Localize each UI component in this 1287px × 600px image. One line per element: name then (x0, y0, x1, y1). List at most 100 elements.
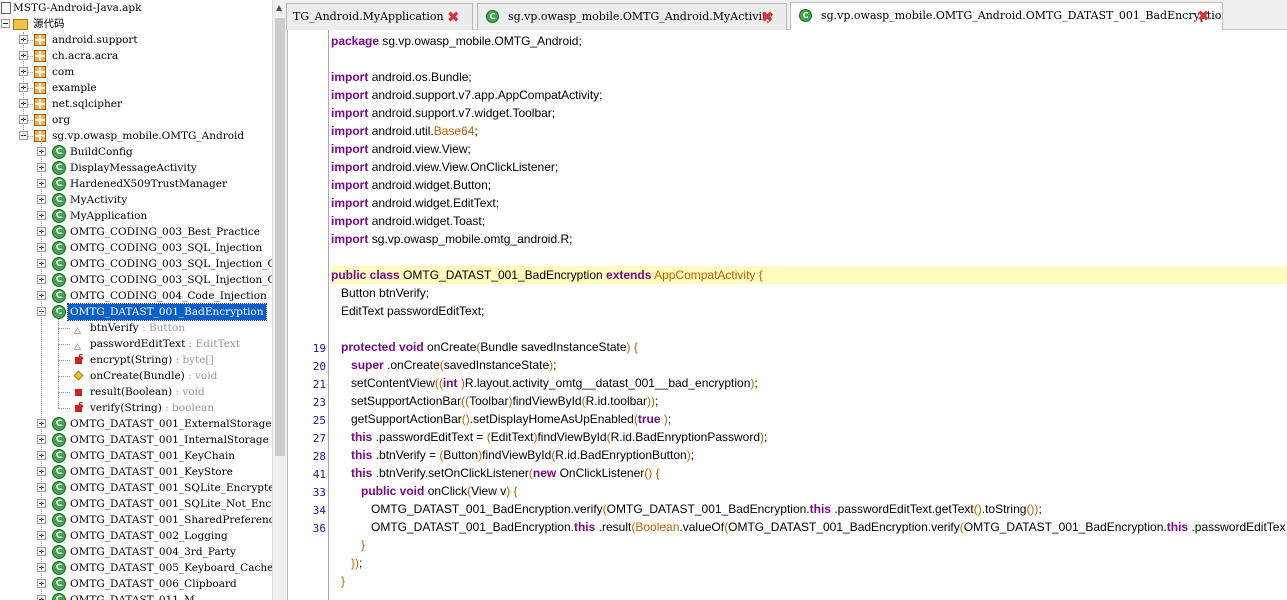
code-line[interactable]: EditText passwordEditText; (331, 302, 1287, 320)
punct-token: (Boolean (631, 520, 680, 534)
close-icon[interactable]: ✖ (1197, 3, 1210, 29)
code-line[interactable]: } (331, 572, 1287, 590)
class-label[interactable]: BuildConfig (68, 144, 135, 160)
folder-icon (13, 19, 28, 30)
code-line[interactable]: public class OMTG_DATAST_001_BadEncrypti… (331, 266, 1287, 284)
tree-row[interactable]: net.sqlcipher (0, 96, 272, 112)
class-label[interactable]: DisplayMessageActivity (68, 160, 199, 176)
class-label[interactable]: OMTG_CODING_003_Best_Practice (68, 224, 262, 240)
package-label[interactable]: org (50, 112, 72, 128)
close-icon[interactable]: ✖ (761, 4, 774, 30)
tree-row[interactable]: MSTG-Android-Java.apk (0, 0, 272, 16)
class-label[interactable]: OMTG_DATAST_011_M (68, 592, 197, 600)
class-icon: C (52, 465, 66, 479)
class-label[interactable]: OMTG_CODING_004_Code_Injection (68, 288, 269, 304)
class-label[interactable]: MyApplication (68, 208, 149, 224)
code-line[interactable]: import sg.vp.owasp_mobile.omtg_android.R… (331, 230, 1287, 248)
class-label[interactable]: MyActivity (68, 192, 129, 208)
selected-class-label[interactable]: OMTG_DATAST_001_BadEncryption (67, 303, 267, 321)
tree-row[interactable]: 源代码 (0, 16, 272, 32)
code-line[interactable]: import android.view.View; (331, 140, 1287, 158)
code-line[interactable]: import android.util.Base64; (331, 122, 1287, 140)
member-label[interactable]: btnVerify : Button (88, 320, 187, 336)
code-line[interactable] (331, 50, 1287, 68)
source-folder-label[interactable]: 源代码 (31, 16, 67, 32)
tree-row[interactable]: ch.acra.acra (0, 48, 272, 64)
code-line[interactable]: this .btnVerify.setOnClickListener(new O… (331, 464, 1287, 482)
class-label[interactable]: OMTG_CODING_003_SQL_Injection (68, 240, 264, 256)
class-label[interactable]: OMTG_DATAST_005_Keyboard_Cache (68, 560, 272, 576)
class-icon: C (52, 225, 66, 239)
code-line[interactable]: import android.support.v7.widget.Toolbar… (331, 104, 1287, 122)
code-token: .passwordEditTex (1191, 520, 1286, 534)
package-label[interactable]: example (50, 80, 99, 96)
close-icon[interactable]: ✖ (447, 4, 460, 30)
keyword-token: this (351, 466, 373, 480)
package-label[interactable]: net.sqlcipher (50, 96, 124, 112)
code-line[interactable]: setSupportActionBar((Toolbar)findViewByI… (331, 392, 1287, 410)
code-line[interactable]: import android.view.View.OnClickListener… (331, 158, 1287, 176)
class-label[interactable]: OMTG_DATAST_001_SQLite_Not_Encryp (68, 496, 272, 512)
member-label[interactable]: encrypt(String) : byte[] (88, 352, 216, 368)
punct-token: Base64 (433, 124, 475, 138)
member-label[interactable]: onCreate(Bundle) : void (88, 368, 219, 384)
tree-row[interactable]: com (0, 64, 272, 80)
member-label[interactable]: verify(String) : boolean (88, 400, 216, 416)
code-line[interactable]: import android.widget.Button; (331, 176, 1287, 194)
code-line[interactable] (331, 320, 1287, 338)
package-label[interactable]: com (50, 64, 76, 80)
member-label[interactable]: passwordEditText : EditText (88, 336, 242, 352)
code-line[interactable]: protected void onCreate(Bundle savedInst… (331, 338, 1287, 356)
code-line[interactable]: public void onClick(View v) { (331, 482, 1287, 500)
code-line[interactable]: getSupportActionBar().setDisplayHomeAsUp… (331, 410, 1287, 428)
package-label[interactable]: android.support (50, 32, 140, 48)
code-line[interactable]: OMTG_DATAST_001_BadEncryption.this .resu… (331, 518, 1287, 536)
code-line[interactable]: this .btnVerify = (Button)findViewById(R… (331, 446, 1287, 464)
code-line[interactable]: } (331, 536, 1287, 554)
class-label[interactable]: OMTG_DATAST_001_KeyStore (68, 464, 235, 480)
class-label[interactable]: OMTG_DATAST_004_3rd_Party (68, 544, 238, 560)
member-label[interactable]: result(Boolean) : void (88, 384, 207, 400)
package-label[interactable]: ch.acra.acra (50, 48, 120, 64)
code-editor[interactable]: 19 20 21 23 25 27 28 41 33 34 36 package sg.vp.owa… (287, 30, 1287, 600)
tab-3[interactable]: Csg.vp.owasp_mobile.OMTG_Android.OMTG_DA… (790, 2, 1223, 30)
tree-root-label[interactable]: MSTG-Android-Java.apk (11, 0, 143, 16)
code-line[interactable]: import android.widget.EditText; (331, 194, 1287, 212)
code-line[interactable]: import android.support.v7.app.AppCompatA… (331, 86, 1287, 104)
class-label[interactable]: OMTG_CODING_003_SQL_Injection_Con (68, 272, 272, 288)
tab-1[interactable]: TG_Android.MyApplication ✖ (286, 3, 473, 30)
scrollbar-thumb[interactable] (275, 18, 285, 456)
class-label[interactable]: OMTG_CODING_003_SQL_Injection_Con (68, 256, 272, 272)
class-label[interactable]: OMTG_DATAST_001_InternalStorage (68, 432, 271, 448)
code-line[interactable]: this .passwordEditText = (EditText)findV… (331, 428, 1287, 446)
class-icon: C (52, 209, 66, 223)
member-name: btnVerify (90, 322, 139, 334)
tab-2[interactable]: Csg.vp.owasp_mobile.OMTG_Android.MyActiv… (477, 3, 787, 30)
project-tree[interactable]: MSTG-Android-Java.apk 源代码 android.support c… (0, 0, 272, 600)
tree-row[interactable]: example (0, 80, 272, 96)
code-line[interactable]: super .onCreate(savedInstanceState); (331, 356, 1287, 374)
code-line[interactable]: }); (331, 554, 1287, 572)
tree-row[interactable]: org (0, 112, 272, 128)
scroll-up-icon[interactable]: ▲ (276, 3, 282, 12)
code-line[interactable]: Button btnVerify; (331, 284, 1287, 302)
class-label[interactable]: OMTG_DATAST_001_SQLite_Encrypted (68, 480, 272, 496)
class-icon: C (52, 577, 66, 591)
editor-tabs: TG_Android.MyApplication ✖ Csg.vp.owasp_mo… (286, 0, 1287, 30)
class-label[interactable]: OMTG_DATAST_001_SharedPreferences (68, 512, 272, 528)
code-line[interactable]: package sg.vp.owasp_mobile.OMTG_Android; (331, 32, 1287, 50)
code-line[interactable]: setContentView((int )R.layout.activity_o… (331, 374, 1287, 392)
class-label[interactable]: HardenedX509TrustManager (68, 176, 229, 192)
code-line[interactable]: import android.widget.Toast; (331, 212, 1287, 230)
class-label[interactable]: OMTG_DATAST_002_Logging (68, 528, 230, 544)
code-line[interactable]: import android.os.Bundle; (331, 68, 1287, 86)
package-label[interactable]: sg.vp.owasp_mobile.OMTG_Android (50, 128, 246, 144)
code-line[interactable] (331, 248, 1287, 266)
collapse-icon[interactable] (1, 19, 10, 28)
tree-row[interactable]: android.support (0, 32, 272, 48)
code-line[interactable]: OMTG_DATAST_001_BadEncryption.verify(OMT… (331, 500, 1287, 518)
class-label[interactable]: OMTG_DATAST_001_ExternalStorage (68, 416, 272, 432)
class-label[interactable]: OMTG_DATAST_001_KeyChain (68, 448, 237, 464)
class-label[interactable]: OMTG_DATAST_006_Clipboard (68, 576, 239, 592)
tree-scrollbar[interactable]: ▲ (272, 0, 287, 600)
